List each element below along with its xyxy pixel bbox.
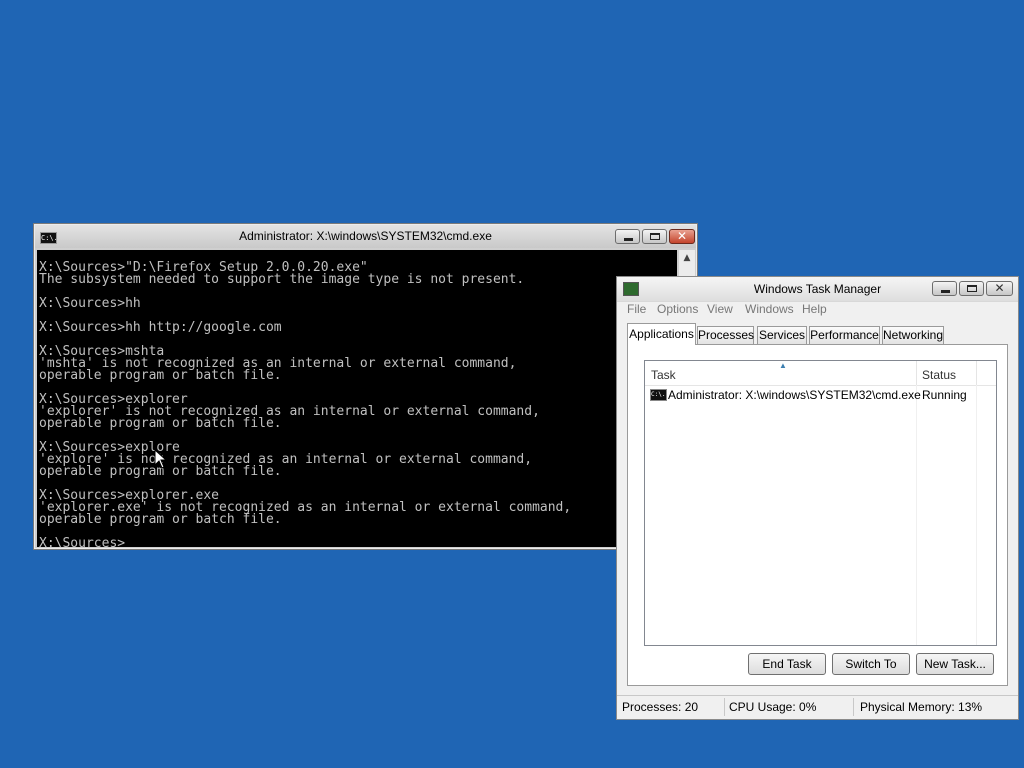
console-line: operable program or batch file. <box>39 416 282 431</box>
console-icon: C:\. <box>650 389 667 401</box>
task-row[interactable]: C:\. Administrator: X:\windows\SYSTEM32\… <box>649 386 992 404</box>
end-task-button[interactable]: End Task <box>748 653 826 675</box>
close-button[interactable]: ✕ <box>669 229 695 244</box>
minimize-icon <box>624 238 633 241</box>
console-line: X:\Sources> <box>39 536 126 547</box>
cmd-titlebar[interactable]: C:\. Administrator: X:\windows\SYSTEM32\… <box>35 225 696 248</box>
console-line: operable program or batch file. <box>39 464 282 479</box>
status-bar: Processes: 20 CPU Usage: 0% Physical Mem… <box>617 695 1018 719</box>
tab-applications[interactable]: Applications <box>627 323 696 345</box>
tab-strip: Applications Processes Services Performa… <box>627 323 1007 345</box>
menu-windows[interactable]: Windows <box>745 302 794 316</box>
status-physical-memory: Physical Memory: 13% <box>860 700 983 714</box>
menu-help[interactable]: Help <box>802 302 827 316</box>
column-divider-line <box>976 385 977 645</box>
maximize-icon <box>967 285 977 292</box>
maximize-icon <box>650 233 660 240</box>
task-list-header: ▲ Task Status <box>645 361 996 386</box>
status-divider <box>724 698 725 716</box>
menu-view[interactable]: View <box>707 302 733 316</box>
close-icon: ✕ <box>676 229 688 243</box>
applications-panel: ▲ Task Status C:\. Administrator: X:\win… <box>627 344 1008 686</box>
close-icon: ✕ <box>994 281 1005 295</box>
task-status: Running <box>922 388 967 402</box>
switch-to-button[interactable]: Switch To <box>832 653 910 675</box>
console-line: operable program or batch file. <box>39 512 282 527</box>
column-header-task[interactable]: Task <box>651 368 676 382</box>
cmd-window[interactable]: C:\. Administrator: X:\windows\SYSTEM32\… <box>33 223 698 550</box>
minimize-icon <box>941 290 950 293</box>
console-output[interactable]: X:\Sources>"D:\Firefox Setup 2.0.0.20.ex… <box>37 250 677 547</box>
sort-ascending-icon: ▲ <box>779 361 787 370</box>
console-line: X:\Sources>hh <box>39 296 141 311</box>
menu-bar: File Options View Windows Help <box>617 301 1018 321</box>
cmd-window-title: Administrator: X:\windows\SYSTEM32\cmd.e… <box>239 229 492 243</box>
console-line: The subsystem needed to support the imag… <box>39 272 525 287</box>
new-task-button[interactable]: New Task... <box>916 653 994 675</box>
tab-services[interactable]: Services <box>757 326 807 344</box>
status-processes: Processes: 20 <box>622 700 699 714</box>
maximize-button[interactable] <box>642 229 667 244</box>
status-divider <box>853 698 854 716</box>
minimize-button[interactable] <box>615 229 640 244</box>
column-divider-line <box>916 385 917 645</box>
column-divider[interactable] <box>916 361 917 385</box>
task-list[interactable]: ▲ Task Status C:\. Administrator: X:\win… <box>644 360 997 646</box>
tm-minimize-button[interactable] <box>932 281 957 296</box>
column-divider[interactable] <box>976 361 977 385</box>
task-manager-title: Windows Task Manager <box>753 282 882 296</box>
scroll-up-arrow-icon[interactable]: ▲ <box>679 250 695 266</box>
task-manager-window[interactable]: Windows Task Manager ✕ File Options View… <box>616 276 1019 720</box>
menu-options[interactable]: Options <box>657 302 698 316</box>
tab-performance[interactable]: Performance <box>809 326 880 344</box>
tm-close-button[interactable]: ✕ <box>986 281 1013 296</box>
menu-file[interactable]: File <box>627 302 646 316</box>
task-name: Administrator: X:\windows\SYSTEM32\cmd.e… <box>668 388 921 402</box>
status-cpu-usage: CPU Usage: 0% <box>729 700 817 714</box>
console-line: operable program or batch file. <box>39 368 282 383</box>
tm-maximize-button[interactable] <box>959 281 984 296</box>
tab-networking[interactable]: Networking <box>882 326 944 344</box>
tab-processes[interactable]: Processes <box>697 326 754 344</box>
column-header-status[interactable]: Status <box>922 368 956 382</box>
task-manager-titlebar[interactable]: Windows Task Manager ✕ <box>617 277 1018 302</box>
mouse-cursor-icon <box>154 449 168 469</box>
console-line: X:\Sources>hh http://google.com <box>39 320 282 335</box>
